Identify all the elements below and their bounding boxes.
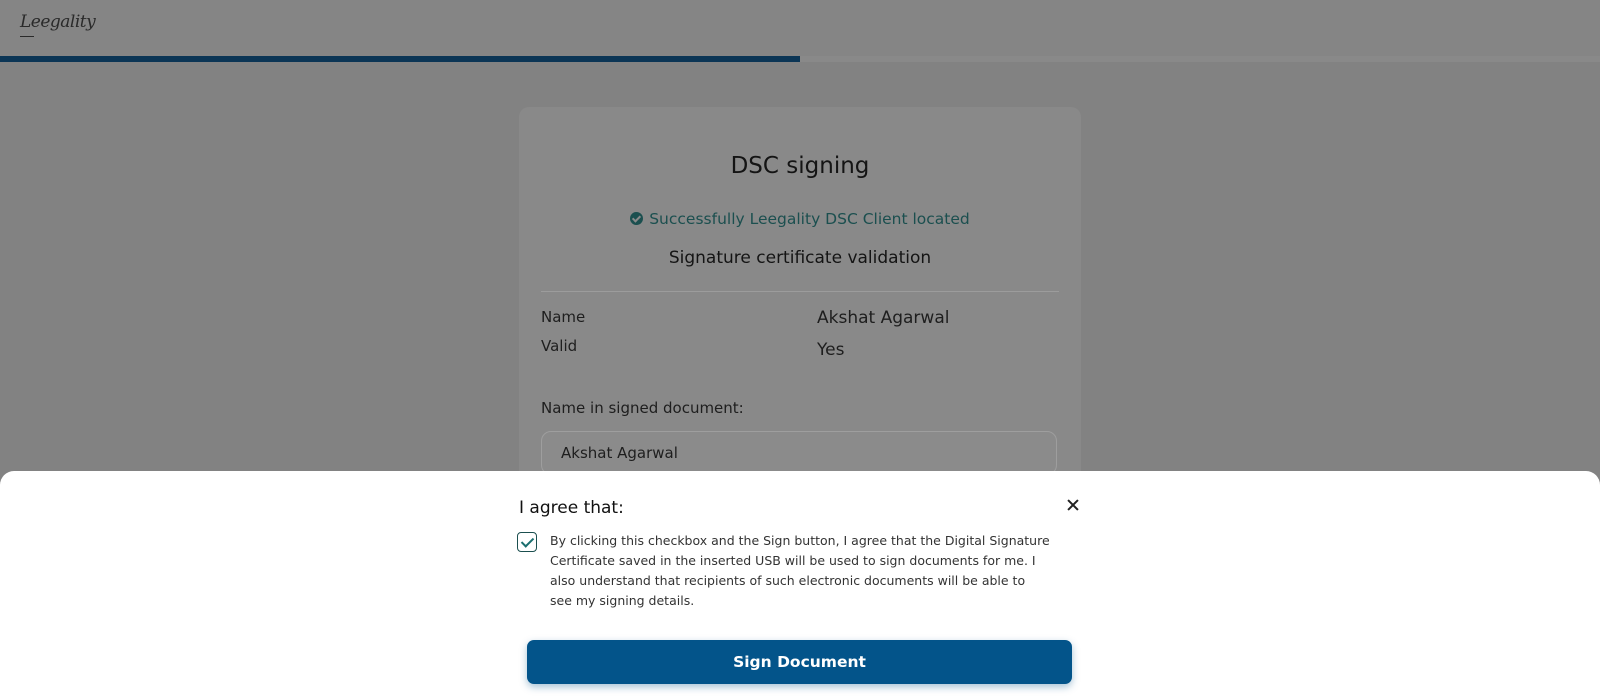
- section-subtitle: Signature certificate validation: [668, 248, 932, 268]
- signed-name-label: Name in signed document:: [541, 399, 744, 417]
- valid-value: Yes: [817, 340, 845, 360]
- leegality-logo: Leegality: [20, 12, 96, 32]
- page-title: DSC signing: [730, 153, 870, 179]
- agree-text: By clicking this checkbox and the Sign b…: [550, 533, 1050, 608]
- status-message-text: Successfully Leegality DSC Client locate…: [649, 210, 970, 228]
- status-message: Successfully Leegality DSC Client locate…: [519, 210, 1081, 228]
- consent-title: I agree that:: [519, 498, 624, 518]
- progress-bar-fill: [0, 56, 800, 62]
- agree-checkbox[interactable]: [517, 532, 537, 552]
- divider: [541, 291, 1059, 292]
- top-bar: Leegality: [0, 0, 1600, 56]
- name-value: Akshat Agarwal: [817, 308, 950, 328]
- sign-document-button[interactable]: Sign Document: [527, 640, 1072, 684]
- logo-underline: [20, 36, 34, 37]
- consent-sheet: I agree that: By clicking this checkbox …: [0, 471, 1600, 698]
- close-icon[interactable]: [1063, 495, 1083, 515]
- progress-bar: [0, 56, 1600, 62]
- valid-label: Valid: [541, 337, 578, 355]
- check-circle-icon: [630, 212, 644, 225]
- name-label: Name: [541, 308, 586, 326]
- signed-name-input[interactable]: [541, 431, 1057, 475]
